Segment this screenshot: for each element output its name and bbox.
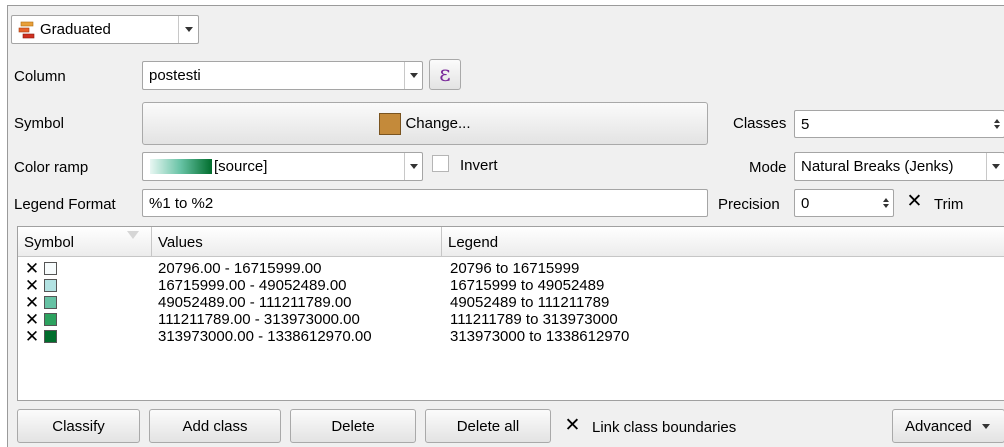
table-row[interactable]: ✕ 20796.00 - 16715999.00 20796 to 16715999 — [18, 260, 1004, 277]
precision-label: Precision — [718, 196, 780, 213]
table-row[interactable]: ✕ 49052489.00 - 111211789.00 49052489 to 1… — [18, 294, 1004, 311]
color-ramp-preview — [150, 159, 212, 174]
sort-indicator-icon — [127, 231, 139, 239]
precision-value: 0 — [801, 194, 810, 212]
link-class-boundaries-checkbox[interactable]: ✕ — [564, 415, 581, 436]
legend-format-value: %1 to %2 — [149, 194, 214, 212]
class-legend[interactable]: 313973000 to 1338612970 — [450, 328, 629, 345]
graduated-renderer-icon — [18, 21, 36, 39]
delete-all-button[interactable]: Delete all — [425, 409, 551, 443]
classes-label: Classes — [733, 115, 787, 132]
renderer-type-combo[interactable]: Graduated — [11, 15, 199, 44]
column-value: postesti — [149, 67, 201, 84]
chevron-down-icon[interactable] — [404, 62, 422, 89]
class-legend[interactable]: 16715999 to 49052489 — [450, 277, 604, 294]
header-values[interactable]: Values — [152, 227, 442, 257]
row-visibility-checkbox[interactable]: ✕ — [24, 294, 40, 311]
header-symbol[interactable]: Symbol — [18, 227, 152, 257]
classes-spinbox[interactable]: 5 — [794, 110, 1004, 138]
row-visibility-checkbox[interactable]: ✕ — [24, 311, 40, 328]
mode-combo[interactable]: Natural Breaks (Jenks) — [794, 152, 1004, 181]
class-values[interactable]: 111211789.00 - 313973000.00 — [158, 311, 360, 328]
class-values[interactable]: 16715999.00 - 49052489.00 — [158, 277, 347, 294]
spinbox-arrows[interactable] — [879, 190, 893, 216]
color-ramp-combo[interactable]: [source] — [142, 152, 423, 181]
chevron-down-icon[interactable] — [404, 153, 422, 180]
delete-button[interactable]: Delete — [290, 409, 416, 443]
table-row[interactable]: ✕ 16715999.00 - 49052489.00 16715999 to 49… — [18, 277, 1004, 294]
table-row[interactable]: ✕ 313973000.00 - 1338612970.00 313973000 t… — [18, 328, 1004, 345]
expression-button[interactable]: ε — [429, 59, 461, 90]
class-color-swatch[interactable] — [44, 330, 57, 343]
column-combo[interactable]: postesti — [142, 61, 423, 90]
change-button-label: Change... — [405, 115, 471, 132]
check-icon: ✕ — [564, 415, 581, 436]
color-ramp-label: Color ramp — [14, 159, 89, 176]
header-legend[interactable]: Legend — [442, 227, 1004, 257]
link-class-boundaries-label: Link class boundaries — [592, 419, 737, 436]
table-row[interactable]: ✕ 111211789.00 - 313973000.00 111211789 to… — [18, 311, 1004, 328]
mode-label: Mode — [749, 159, 787, 176]
mode-value: Natural Breaks (Jenks) — [801, 158, 954, 175]
row-visibility-checkbox[interactable]: ✕ — [24, 277, 40, 294]
chevron-down-icon[interactable] — [986, 153, 1004, 180]
legend-format-input[interactable]: %1 to %2 — [142, 189, 708, 217]
symbol-preview-swatch — [379, 112, 402, 135]
row-visibility-checkbox[interactable]: ✕ — [24, 260, 40, 277]
precision-spinbox[interactable]: 0 — [794, 189, 894, 217]
trim-label: Trim — [934, 196, 964, 213]
table-header: Symbol Values Legend — [18, 227, 1004, 257]
change-symbol-button[interactable]: Change... — [142, 102, 708, 145]
class-color-swatch[interactable] — [44, 262, 57, 275]
check-icon: ✕ — [906, 191, 923, 212]
class-legend[interactable]: 49052489 to 111211789 — [450, 294, 609, 311]
add-class-button[interactable]: Add class — [149, 409, 281, 443]
row-visibility-checkbox[interactable]: ✕ — [24, 328, 40, 345]
class-values[interactable]: 49052489.00 - 111211789.00 — [158, 294, 352, 311]
advanced-button[interactable]: Advanced — [892, 409, 1004, 443]
classes-table[interactable]: Symbol Values Legend ✕ 20796.00 - 1671599… — [17, 226, 1004, 401]
chevron-down-icon[interactable] — [178, 16, 198, 43]
class-color-swatch[interactable] — [44, 296, 57, 309]
symbol-label: Symbol — [14, 115, 65, 132]
classify-button[interactable]: Classify — [17, 409, 140, 443]
renderer-type-value: Graduated — [40, 21, 111, 38]
column-label: Column — [14, 68, 66, 85]
class-values[interactable]: 20796.00 - 16715999.00 — [158, 260, 321, 277]
trim-checkbox[interactable]: ✕ — [906, 191, 923, 212]
graduated-symbology-panel: Graduated Column postesti ε Symbol Chang… — [7, 5, 1004, 447]
class-legend[interactable]: 20796 to 16715999 — [450, 260, 579, 277]
spinbox-arrows[interactable] — [990, 111, 1004, 137]
class-color-swatch[interactable] — [44, 313, 57, 326]
class-color-swatch[interactable] — [44, 279, 57, 292]
invert-checkbox[interactable] — [432, 155, 449, 176]
legend-format-label: Legend Format — [14, 196, 116, 213]
epsilon-icon: ε — [439, 62, 451, 87]
classes-value: 5 — [801, 115, 810, 133]
class-legend[interactable]: 111211789 to 313973000 — [450, 311, 618, 328]
color-ramp-value: [source] — [214, 158, 268, 175]
chevron-down-icon — [981, 423, 990, 429]
invert-label: Invert — [460, 157, 498, 174]
class-values[interactable]: 313973000.00 - 1338612970.00 — [158, 328, 372, 345]
